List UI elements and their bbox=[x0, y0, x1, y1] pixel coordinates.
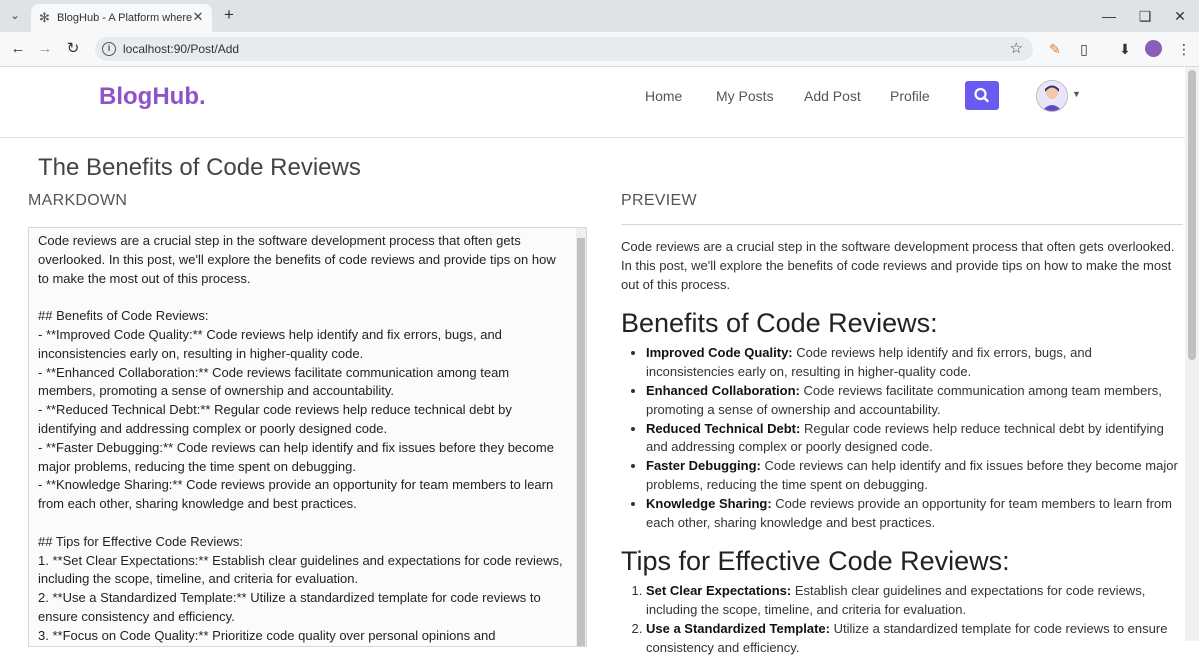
browser-tabstrip: ⌄ ✻ BlogHub - A Platform where yo ✕ + — … bbox=[0, 0, 1199, 32]
nav-add-post[interactable]: Add Post bbox=[804, 87, 861, 105]
markdown-preview: Code reviews are a crucial step in the s… bbox=[621, 238, 1183, 658]
benefits-list: Improved Code Quality: Code reviews help… bbox=[621, 344, 1183, 532]
nav-my-posts[interactable]: My Posts bbox=[716, 87, 774, 105]
search-icon bbox=[974, 87, 989, 103]
list-item: Knowledge Sharing: Code reviews provide … bbox=[646, 495, 1183, 533]
preview-divider bbox=[621, 224, 1183, 225]
editor-scrollbar-thumb[interactable] bbox=[577, 238, 585, 646]
brand-logo[interactable]: BlogHub. bbox=[99, 82, 206, 112]
download-icon[interactable]: ⬇ bbox=[1115, 39, 1135, 59]
preview-heading: PREVIEW bbox=[621, 192, 697, 209]
pen-extension-icon[interactable]: ✎ bbox=[1045, 39, 1065, 59]
user-menu-caret-icon[interactable]: ▼ bbox=[1072, 89, 1081, 99]
bloghub-favicon-icon: ✻ bbox=[39, 10, 50, 25]
user-avatar[interactable] bbox=[1036, 80, 1068, 112]
browser-profile-avatar[interactable] bbox=[1145, 40, 1162, 57]
address-url[interactable]: localhost:90/Post/Add bbox=[123, 41, 239, 57]
tab-title: BlogHub - A Platform where yo bbox=[57, 12, 193, 24]
reload-icon[interactable]: ↻ bbox=[63, 39, 83, 59]
tab-close-icon[interactable]: ✕ bbox=[190, 9, 206, 25]
search-button[interactable] bbox=[965, 81, 999, 110]
bookmark-star-icon[interactable]: ☆ bbox=[1010, 39, 1023, 59]
page-scrollbar-thumb[interactable] bbox=[1188, 70, 1196, 360]
post-title[interactable]: The Benefits of Code Reviews bbox=[38, 153, 361, 183]
list-item: Set Clear Expectations: Establish clear … bbox=[646, 582, 1183, 620]
browser-menu-icon[interactable]: ⋮ bbox=[1174, 39, 1194, 59]
preview-heading-benefits: Benefits of Code Reviews: bbox=[621, 308, 938, 339]
maximize-icon[interactable]: ❑ bbox=[1133, 6, 1157, 26]
browser-tab[interactable]: ✻ BlogHub - A Platform where yo ✕ bbox=[31, 4, 212, 32]
nav-profile[interactable]: Profile bbox=[890, 87, 930, 105]
new-tab-plus-icon[interactable]: + bbox=[220, 6, 238, 24]
tab-list-chevron-down-icon[interactable]: ⌄ bbox=[6, 7, 24, 25]
list-item: Reduced Technical Debt: Regular code rev… bbox=[646, 420, 1183, 458]
list-item: Improved Code Quality: Code reviews help… bbox=[646, 344, 1183, 382]
address-bar[interactable]: i localhost:90/Post/Add ☆ bbox=[95, 37, 1033, 61]
markdown-editor[interactable]: Code reviews are a crucial step in the s… bbox=[28, 227, 587, 647]
extensions-puzzle-icon[interactable]: ▯ bbox=[1074, 39, 1094, 59]
nav-home[interactable]: Home bbox=[645, 87, 682, 105]
list-item: Enhanced Collaboration: Code reviews fac… bbox=[646, 382, 1183, 420]
avatar-person-icon bbox=[1037, 81, 1067, 111]
site-info-icon[interactable]: i bbox=[102, 42, 116, 56]
preview-heading-tips: Tips for Effective Code Reviews: bbox=[621, 546, 1010, 577]
markdown-textarea[interactable]: Code reviews are a crucial step in the s… bbox=[38, 232, 568, 646]
minimize-icon[interactable]: — bbox=[1097, 6, 1121, 26]
back-arrow-icon[interactable]: ← bbox=[8, 39, 28, 59]
browser-toolbar: ← → ↻ i localhost:90/Post/Add ☆ ✎ ▯ ⬇ ⋮ bbox=[0, 32, 1199, 67]
list-item: Faster Debugging: Code reviews can help … bbox=[646, 457, 1183, 495]
tips-list: Set Clear Expectations: Establish clear … bbox=[621, 582, 1183, 657]
preview-intro: Code reviews are a crucial step in the s… bbox=[621, 239, 1175, 292]
window-close-icon[interactable]: ✕ bbox=[1168, 6, 1192, 26]
forward-arrow-icon[interactable]: → bbox=[35, 39, 55, 59]
markdown-heading: MARKDOWN bbox=[28, 192, 128, 209]
site-header: BlogHub. Home My Posts Add Post Profile … bbox=[0, 67, 1185, 138]
list-item: Use a Standardized Template: Utilize a s… bbox=[646, 620, 1183, 658]
